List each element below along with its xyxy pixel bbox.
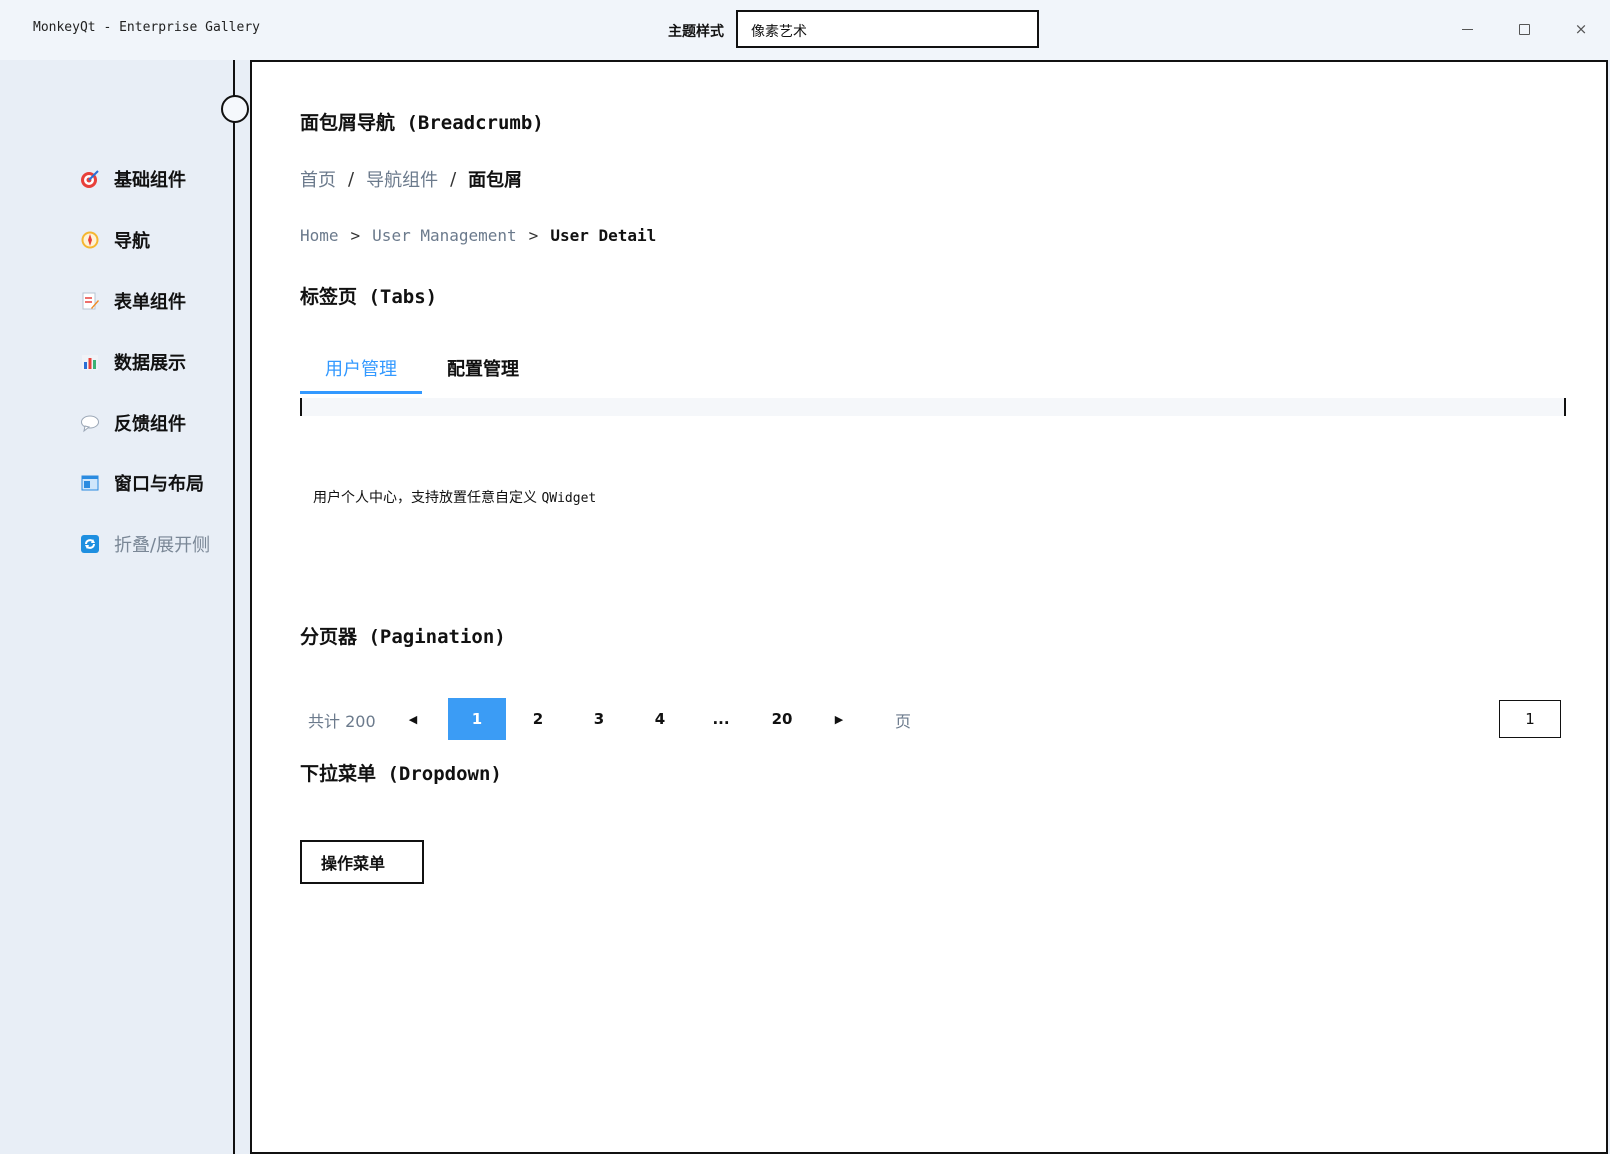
bar-chart-icon [80,352,100,372]
pagination-page-unit: 页 [895,712,912,731]
breadcrumb-separator: / [348,168,355,190]
sidebar-item-basic[interactable]: 基础组件 [80,164,186,194]
action-menu-button[interactable]: 操作菜单 [300,840,424,884]
minimize-button[interactable] [1454,16,1480,42]
form-edit-icon [80,291,100,311]
close-button[interactable]: × [1568,16,1594,42]
breadcrumb-link-home[interactable]: 首页 [300,166,336,192]
sidebar-item-label: 窗口与布局 [114,474,204,495]
sidebar-item-label: 数据展示 [114,353,186,374]
pagination-page-3[interactable]: 3 [570,698,628,740]
breadcrumb-separator: / [450,168,457,190]
sidebar-toggle-label: 折叠/展开侧 [114,535,211,556]
sidebar-item-data-display[interactable]: 数据展示 [80,347,186,377]
target-icon [80,169,100,189]
minimize-icon [1461,28,1473,30]
breadcrumb-link-user-management[interactable]: User Management [372,226,517,245]
sidebar-item-window-layout[interactable]: 窗口与布局 [80,468,204,498]
close-icon: × [1574,20,1588,38]
tab-user-management[interactable]: 用户管理 [300,342,422,394]
sidebar-item-label: 反馈组件 [114,414,186,435]
sidebar-collapse-toggle[interactable]: 折叠/展开侧 [80,529,210,559]
refresh-icon [80,534,100,554]
breadcrumb-current: 面包屑 [468,170,523,191]
speech-bubble-icon [80,413,100,433]
sidebar-item-navigation[interactable]: 导航 [80,225,150,255]
sidebar-item-label: 表单组件 [114,292,186,313]
breadcrumb-separator: > [528,226,539,245]
prev-arrow-icon: ◀ [408,712,418,726]
title-bar: MonkeyQt - Enterprise Gallery 主题样式 像素艺术 … [0,0,1610,60]
sidebar-item-feedback[interactable]: 反馈组件 [80,408,186,438]
breadcrumb-link-navigation[interactable]: 导航组件 [366,166,438,192]
pagination-page-1[interactable]: 1 [448,698,506,740]
breadcrumb-separator: > [350,226,361,245]
tabs-section-title: 标签页 (Tabs) [300,286,438,308]
maximize-icon [1518,23,1530,35]
breadcrumb-cn: 首页 / 导航组件 / 面包屑 [300,166,522,192]
sidebar-divider [233,60,235,1154]
breadcrumb-link-home-en[interactable]: Home [300,226,339,245]
window-title: MonkeyQt - Enterprise Gallery [33,20,260,35]
content-panel: 面包屑导航 (Breadcrumb) 首页 / 导航组件 / 面包屑 Home … [250,60,1608,1154]
pagination-ellipsis[interactable]: ... [692,698,750,740]
pagination-jump-input[interactable]: 1 [1499,700,1561,738]
tab-body-description: 用户个人中心，支持放置任意自定义 [313,490,537,506]
sidebar-item-label: 基础组件 [114,170,186,191]
breadcrumb-current-en: User Detail [550,226,657,245]
compass-icon [80,230,100,250]
pagination-page-20[interactable]: 20 [753,698,811,740]
pagination-next-button[interactable]: ▶ [824,698,854,740]
pagination-page-2[interactable]: 2 [509,698,567,740]
tab-body-text: 用户个人中心，支持放置任意自定义 QWidget [313,487,596,507]
tab-body-code: QWidget [541,491,597,506]
tab-config-management[interactable]: 配置管理 [447,342,519,394]
pagination-page-4[interactable]: 4 [631,698,689,740]
maximize-button[interactable] [1511,16,1537,42]
tab-content-strip [300,398,1566,416]
window-layout-icon [80,473,100,493]
dropdown-section-title: 下拉菜单 (Dropdown) [300,763,502,785]
theme-style-select[interactable]: 像素艺术 [736,10,1039,48]
theme-style-label: 主题样式 [668,24,724,40]
breadcrumb-en: Home > User Management > User Detail [300,226,656,245]
pagination-total: 共计 200 [308,712,376,731]
breadcrumb-section-title: 面包屑导航 (Breadcrumb) [300,112,544,134]
pagination-prev-button[interactable]: ◀ [398,698,428,740]
sidebar-item-forms[interactable]: 表单组件 [80,286,186,316]
next-arrow-icon: ▶ [834,712,844,726]
sidebar-item-label: 导航 [114,231,150,252]
sidebar-splitter-handle[interactable] [221,95,249,123]
pagination-section-title: 分页器 (Pagination) [300,626,506,648]
